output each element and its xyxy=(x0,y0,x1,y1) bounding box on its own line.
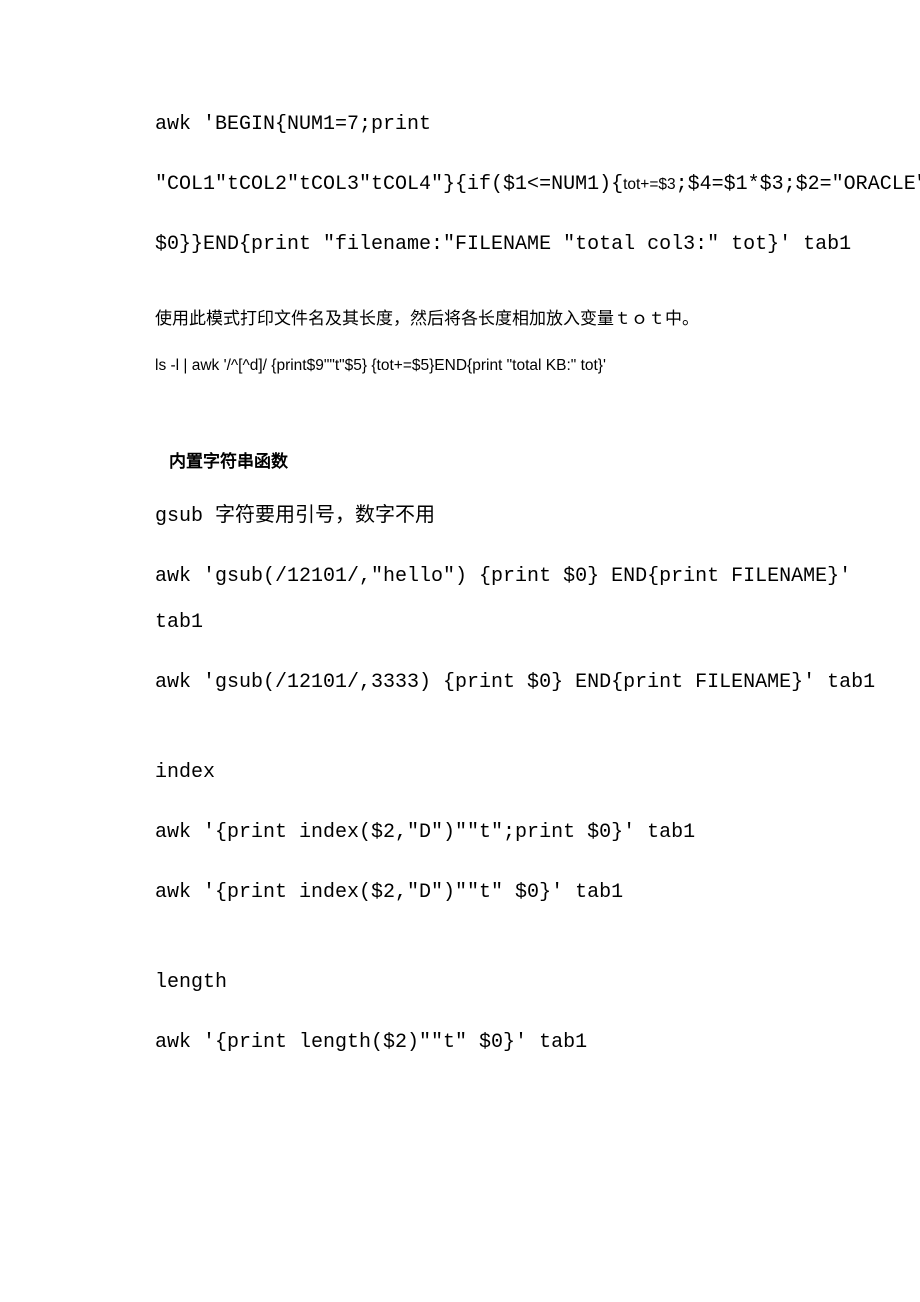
code-line: awk 'BEGIN{NUM1=7;print xyxy=(155,110,860,140)
code-line: awk 'gsub(/12101/,"hello") {print $0} EN… xyxy=(155,562,860,592)
document-page: awk 'BEGIN{NUM1=7;print "COL1"tCOL2"tCOL… xyxy=(0,0,920,1118)
gsub-title: gsub 字符要用引号，数字不用 xyxy=(155,502,860,532)
code-line-sans: ls -l | awk '/^[^d]/ {print$9""t"$5} {to… xyxy=(155,354,860,377)
length-title: length xyxy=(155,968,860,998)
code-line: awk '{print index($2,"D")""t";print $0}'… xyxy=(155,818,860,848)
section-heading: 内置字符串函数 xyxy=(169,447,860,472)
index-title: index xyxy=(155,758,860,788)
description-text: 使用此模式打印文件名及其长度，然后将各长度相加放入变量ｔｏｔ中。 xyxy=(155,305,860,332)
code-line: awk '{print index($2,"D")""t" $0}' tab1 xyxy=(155,878,860,908)
code-fragment: "COL1"tCOL2"tCOL3"tCOL4"}{if($1<=NUM1){ xyxy=(155,173,623,196)
code-line: $0}}END{print "filename:"FILENAME "total… xyxy=(155,230,860,260)
code-line: tab1 xyxy=(155,608,860,638)
code-line: "COL1"tCOL2"tCOL3"tCOL4"}{if($1<=NUM1){t… xyxy=(155,170,860,200)
code-fragment: tot+=$3 xyxy=(623,176,676,193)
code-line: awk 'gsub(/12101/,3333) {print $0} END{p… xyxy=(155,668,860,698)
code-fragment: ;$4=$1*$3;$2="ORACLE"; print xyxy=(676,173,920,196)
code-line: awk '{print length($2)""t" $0}' tab1 xyxy=(155,1028,860,1058)
